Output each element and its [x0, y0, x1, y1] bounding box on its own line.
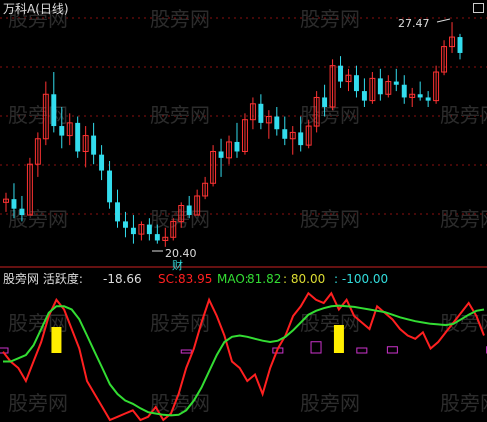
mao-value: 81.82 [247, 272, 282, 286]
candle-body-down [123, 221, 128, 228]
watermark-text: 股旁网 [150, 103, 210, 127]
stock-chart-window: 股旁网股旁网股旁网股旁网股旁网股旁网股旁网股旁网股旁网股旁网股旁网股旁网股旁网股… [0, 0, 487, 422]
magenta-bar [180, 349, 192, 354]
watermark-text: 股旁网 [8, 207, 68, 231]
restore-window-icon[interactable] [473, 3, 484, 13]
yellow-bar [333, 325, 344, 353]
candle-body-down [115, 202, 120, 222]
candle-body-down [298, 132, 304, 146]
candle-body-down [457, 37, 463, 53]
watermark-text: 股旁网 [300, 391, 360, 415]
level-80-label: : 80.00 [283, 272, 326, 286]
candle-body-down [218, 151, 224, 158]
candle-body-down [322, 97, 328, 107]
candle-body-down [91, 135, 97, 155]
candle-body-down [234, 141, 240, 152]
candle-body-down [417, 94, 423, 98]
watermark-text: 股旁网 [440, 207, 487, 231]
sc-line [2, 291, 485, 422]
magenta-bar [310, 341, 322, 354]
candle-body-down [75, 122, 81, 152]
candle-body-down [146, 224, 152, 235]
mao-line [3, 304, 485, 417]
candle-body-down [59, 126, 65, 136]
candle-body-down [425, 97, 431, 101]
chart-title: 万科A(日线) [3, 2, 69, 16]
level-neg100-label: : -100.00 [334, 272, 389, 286]
watermark-text: 股旁网 [300, 7, 360, 31]
finance-marker[interactable]: 财 [172, 259, 183, 273]
watermark-text: 股旁网 [300, 207, 360, 231]
candle-body-down [361, 91, 367, 101]
watermark-text: 股旁网 [150, 7, 210, 31]
candle-body-down [19, 208, 25, 216]
candle-body-down [186, 205, 192, 216]
candle-body-down [51, 94, 57, 127]
chart-canvas[interactable]: 股旁网股旁网股旁网股旁网股旁网股旁网股旁网股旁网股旁网股旁网股旁网股旁网股旁网股… [0, 0, 487, 422]
candle-body-down [258, 103, 264, 123]
candle-body-down [130, 227, 136, 235]
candle-body-down [282, 129, 288, 139]
candle-body-down [353, 75, 359, 92]
candle-body-down [11, 199, 17, 209]
yellow-bar [51, 327, 62, 353]
magenta-bar [386, 346, 398, 354]
candle-body-down [393, 81, 399, 85]
magenta-bar [356, 347, 368, 354]
candle-body-down [377, 78, 383, 95]
candle-body-down [338, 65, 343, 82]
watermark-text: 股旁网 [8, 391, 68, 415]
candle-body-down [99, 154, 105, 171]
watermark-text: 股旁网 [440, 391, 487, 415]
sc-label: SC: [158, 272, 179, 286]
watermark-text: 股旁网 [8, 103, 68, 127]
indicator-value: -18.66 [103, 272, 142, 286]
candle-body-down [154, 234, 160, 241]
high-price-label: 27.47 [398, 17, 430, 30]
mao-label: MAO: [217, 272, 249, 286]
candle-body-down [274, 116, 280, 130]
high-label-leader [436, 18, 451, 23]
candle-body-down [107, 170, 113, 203]
watermark-text: 股旁网 [440, 103, 487, 127]
candle-body-down [401, 84, 407, 98]
sc-value: 83.95 [178, 272, 213, 286]
indicator-name: 股旁网 活跃度: [3, 272, 83, 286]
watermark-text: 股旁网 [150, 207, 210, 231]
